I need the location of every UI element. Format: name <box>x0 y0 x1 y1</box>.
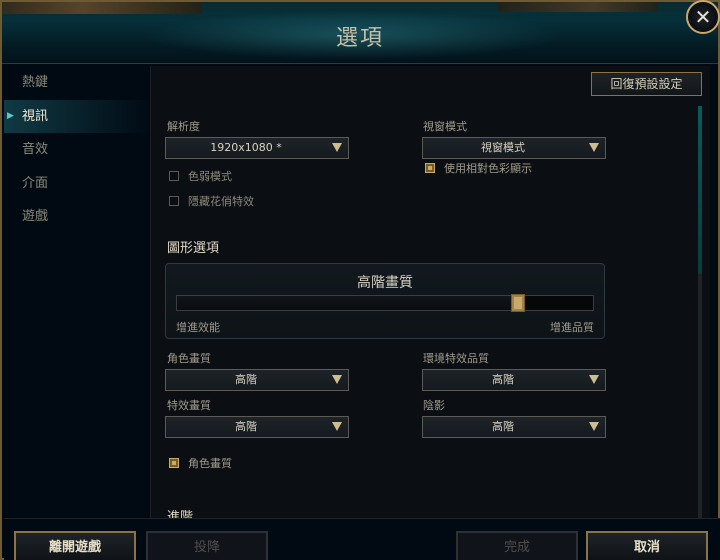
sidebar-item-hotkeys[interactable]: 熱鍵 <box>4 66 150 100</box>
colorblind-mode-label: 色弱模式 <box>188 170 232 183</box>
character-quality-label: 角色畫質 <box>167 352 211 365</box>
caret-down-icon <box>589 422 599 431</box>
checkbox-icon <box>169 171 179 181</box>
sidebar-item-label: 音效 <box>22 142 49 157</box>
done-button[interactable]: 完成 <box>456 531 578 560</box>
cancel-button[interactable]: 取消 <box>586 531 708 560</box>
shadows-value: 高階 <box>492 420 514 433</box>
checkbox-icon <box>169 196 179 206</box>
restore-defaults-button[interactable]: 回復預設設定 <box>591 72 702 96</box>
effects-quality-value: 高階 <box>235 420 257 433</box>
graphics-quality-panel: 高階畫質 增進效能 增進品質 <box>165 263 605 339</box>
relative-color-label: 使用相對色彩顯示 <box>444 162 532 175</box>
character-inking-label: 角色畫質 <box>188 457 232 470</box>
header-art-right <box>498 2 658 12</box>
resolution-dropdown[interactable]: 1920x1080 * <box>165 137 349 159</box>
caret-down-icon <box>589 143 599 152</box>
caret-down-icon <box>332 422 342 431</box>
video-settings-panel: 回復預設設定 解析度 1920x1080 * 視窗模式 視窗模式 使用相對色彩顯… <box>150 66 710 518</box>
colorblind-mode-checkbox[interactable]: 色弱模式 <box>169 168 232 184</box>
checkbox-checked-icon <box>169 458 179 468</box>
environment-quality-value: 高階 <box>492 373 514 386</box>
environment-quality-label: 環境特效品質 <box>423 352 489 365</box>
effects-quality-label: 特效畫質 <box>167 399 211 412</box>
shadows-label: 陰影 <box>423 399 445 412</box>
sidebar-item-label: 介面 <box>22 175 49 191</box>
window-header: 選項 <box>2 2 718 64</box>
exit-game-button[interactable]: 離開遊戲 <box>14 531 136 560</box>
checkbox-checked-icon <box>425 163 435 173</box>
caret-down-icon <box>332 375 342 384</box>
shadows-dropdown[interactable]: 高階 <box>422 416 606 438</box>
effects-quality-dropdown[interactable]: 高階 <box>165 416 349 438</box>
resolution-label: 解析度 <box>167 120 200 133</box>
chevron-right-icon: ▶ <box>7 110 14 121</box>
performance-label: 增進效能 <box>176 321 220 334</box>
quality-slider-fill <box>177 296 519 310</box>
relative-color-checkbox[interactable]: 使用相對色彩顯示 <box>425 160 532 176</box>
sidebar: 熱鍵 ▶ 視訊 音效 介面 遊戲 <box>4 66 150 516</box>
hide-eye-candy-checkbox[interactable]: 隱藏花俏特效 <box>169 193 254 209</box>
caret-down-icon <box>332 143 342 152</box>
window-title: 選項 <box>335 26 384 51</box>
graphics-section-heading: 圖形選項 <box>167 241 220 256</box>
resolution-value: 1920x1080 * <box>210 141 282 154</box>
sidebar-item-label: 熱鍵 <box>22 75 49 90</box>
quality-label: 增進品質 <box>550 321 594 334</box>
character-quality-dropdown[interactable]: 高階 <box>165 369 349 391</box>
close-button[interactable]: ✕ <box>686 0 720 34</box>
surrender-button[interactable]: 投降 <box>146 531 268 560</box>
close-icon: ✕ <box>694 5 712 29</box>
advanced-section-heading: 進階 <box>167 510 194 518</box>
scrollbar-thumb[interactable] <box>698 106 702 274</box>
footer-bar: 離開遊戲 投降 完成 取消 <box>4 518 720 560</box>
caret-down-icon <box>589 375 599 384</box>
sidebar-item-label: 視訊 <box>22 108 49 124</box>
character-quality-value: 高階 <box>235 373 257 386</box>
header-art-left <box>2 2 202 14</box>
hide-eye-candy-label: 隱藏花俏特效 <box>188 195 254 208</box>
sidebar-item-interface[interactable]: 介面 <box>4 167 150 201</box>
window-mode-value: 視窗模式 <box>481 141 525 154</box>
quality-slider-thumb[interactable] <box>511 294 526 312</box>
quality-slider-track[interactable] <box>176 294 594 312</box>
sidebar-item-label: 遊戲 <box>22 209 49 224</box>
environment-quality-dropdown[interactable]: 高階 <box>422 369 606 391</box>
window-mode-label: 視窗模式 <box>423 120 467 133</box>
sidebar-item-sound[interactable]: 音效 <box>4 133 150 167</box>
character-inking-checkbox[interactable]: 角色畫質 <box>169 455 232 471</box>
sidebar-item-video[interactable]: ▶ 視訊 <box>4 99 150 133</box>
options-window: 選項 ✕ 熱鍵 ▶ 視訊 音效 介面 遊戲 回復預設設定 解析度 1920x10… <box>0 0 720 560</box>
window-mode-dropdown[interactable]: 視窗模式 <box>422 137 606 159</box>
quality-title: 高階畫質 <box>357 275 413 291</box>
sidebar-item-game[interactable]: 遊戲 <box>4 200 150 234</box>
